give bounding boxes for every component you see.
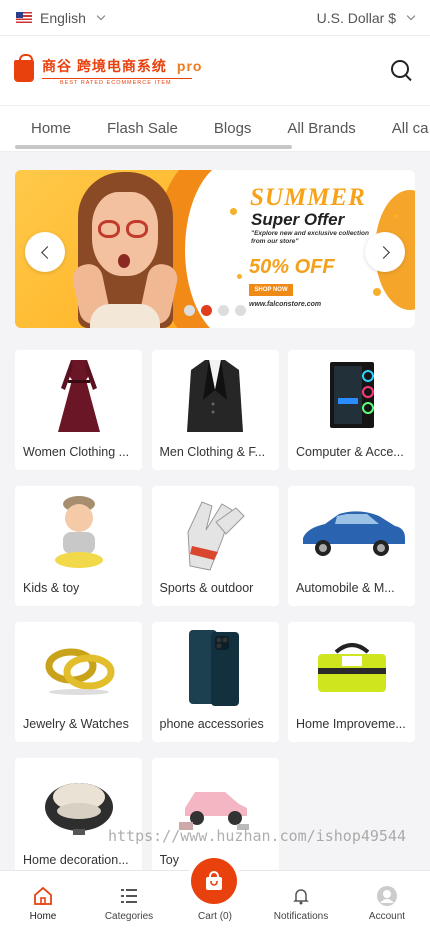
currency-selector[interactable]: U.S. Dollar $ (316, 9, 416, 26)
category-label: Women Clothing ... (23, 445, 130, 459)
tabs-scrollbar[interactable] (15, 145, 292, 149)
tab-all-brands[interactable]: All Brands (287, 120, 355, 137)
surprised-woman-image (70, 172, 180, 328)
bell-icon (291, 886, 311, 906)
banner-website: www.falconstore.com (249, 301, 322, 308)
nav-categories[interactable]: Categories (86, 886, 172, 922)
nav-account[interactable]: Account (344, 886, 430, 922)
language-selector[interactable]: English (16, 9, 106, 26)
tab-all-categories[interactable]: All ca (392, 120, 429, 137)
shopping-bag-logo-icon (14, 53, 34, 82)
nav-cart-label: Cart (0) (198, 911, 232, 922)
logo-title: 商谷 跨境电商系统 pro (42, 57, 203, 74)
category-label: Kids & toy (23, 581, 80, 595)
toolbag-image (288, 626, 415, 710)
category-card[interactable]: Jewelry & Watches (15, 622, 142, 742)
logo-tagline: BEST RATED ECOMMERCE ITEM (42, 77, 192, 86)
shop-now-button[interactable]: SHOP NOW (249, 284, 293, 296)
category-label: Men Clothing & F... (159, 445, 266, 459)
top-bar: English U.S. Dollar $ (0, 0, 430, 36)
nav-notifications[interactable]: Notifications (258, 886, 344, 922)
nav-account-label: Account (368, 911, 406, 922)
banner-next-button[interactable] (365, 232, 405, 272)
category-label: Computer & Acce... (296, 445, 404, 459)
nav-home-label: Home (29, 911, 57, 922)
search-icon[interactable] (390, 59, 414, 83)
category-card[interactable]: Computer & Acce... (288, 350, 415, 470)
category-card[interactable]: Sports & outdoor (151, 486, 279, 606)
list-icon (119, 886, 139, 906)
category-label: Sports & outdoor (159, 581, 254, 595)
chevron-down-icon (96, 11, 106, 21)
promo-banner[interactable]: SUMMER Super Offer "Explore new and excl… (15, 170, 415, 328)
category-label: Home decoration... (23, 853, 129, 867)
carousel-dot-active[interactable] (201, 305, 212, 316)
nav-home[interactable]: Home (0, 886, 86, 922)
pc-case-image (288, 354, 415, 438)
category-label: Home Improveme... (296, 717, 406, 731)
gloves-image (152, 490, 279, 574)
carousel-dots (184, 305, 246, 316)
category-grid: Women Clothing ... Men Clothing & F... C (15, 350, 415, 878)
banner-headline: SUMMER (250, 184, 366, 211)
category-card[interactable]: Kids & toy (15, 486, 142, 606)
cart-button[interactable] (191, 858, 237, 904)
baby-image (15, 490, 142, 574)
tab-blogs[interactable]: Blogs (214, 120, 252, 137)
category-card[interactable]: phone accessories (151, 622, 279, 742)
category-card[interactable]: Automobile & M... (288, 486, 415, 606)
home-icon (33, 886, 53, 906)
blazer-image (152, 354, 279, 438)
banner-subheadline: Super Offer (251, 210, 345, 229)
banner-tagline: "Explore new and exclusive collection fr… (251, 230, 369, 246)
category-label: phone accessories (159, 717, 264, 731)
chevron-down-icon (406, 11, 416, 21)
category-label: Jewelry & Watches (23, 717, 129, 731)
carousel-dot[interactable] (218, 305, 229, 316)
phone-image (152, 626, 279, 710)
category-card[interactable]: Women Clothing ... (15, 350, 142, 470)
chevron-left-icon (40, 245, 54, 259)
category-label: Automobile & M... (296, 581, 395, 595)
banner-discount: 50% OFF (249, 256, 335, 278)
category-card[interactable]: Home decoration... (15, 758, 142, 878)
carousel-dot[interactable] (235, 305, 246, 316)
category-card[interactable]: Home Improveme... (288, 622, 415, 742)
banner-prev-button[interactable] (25, 232, 65, 272)
car-image (288, 490, 415, 574)
nav-categories-label: Categories (104, 911, 154, 922)
logo-pro: pro (176, 57, 203, 74)
logo[interactable]: 商谷 跨境电商系统 pro BEST RATED ECOMMERCE ITEM (14, 53, 203, 86)
category-card[interactable]: Men Clothing & F... (151, 350, 279, 470)
shopping-bag-icon (206, 871, 222, 890)
header: 商谷 跨境电商系统 pro BEST RATED ECOMMERCE ITEM (0, 36, 430, 106)
currency-label: U.S. Dollar $ (316, 9, 396, 26)
dress-image (15, 354, 142, 438)
language-label: English (40, 9, 86, 26)
us-flag-icon (16, 12, 32, 23)
watermark-text: https://www.huzhan.com/ishop49544 (108, 827, 407, 845)
nav-notifications-label: Notifications (273, 911, 329, 922)
tab-flash-sale[interactable]: Flash Sale (107, 120, 178, 137)
rings-image (15, 626, 142, 710)
chevron-right-icon (376, 245, 390, 259)
tab-home[interactable]: Home (31, 120, 71, 137)
avatar-icon (377, 886, 397, 906)
carousel-dot[interactable] (184, 305, 195, 316)
